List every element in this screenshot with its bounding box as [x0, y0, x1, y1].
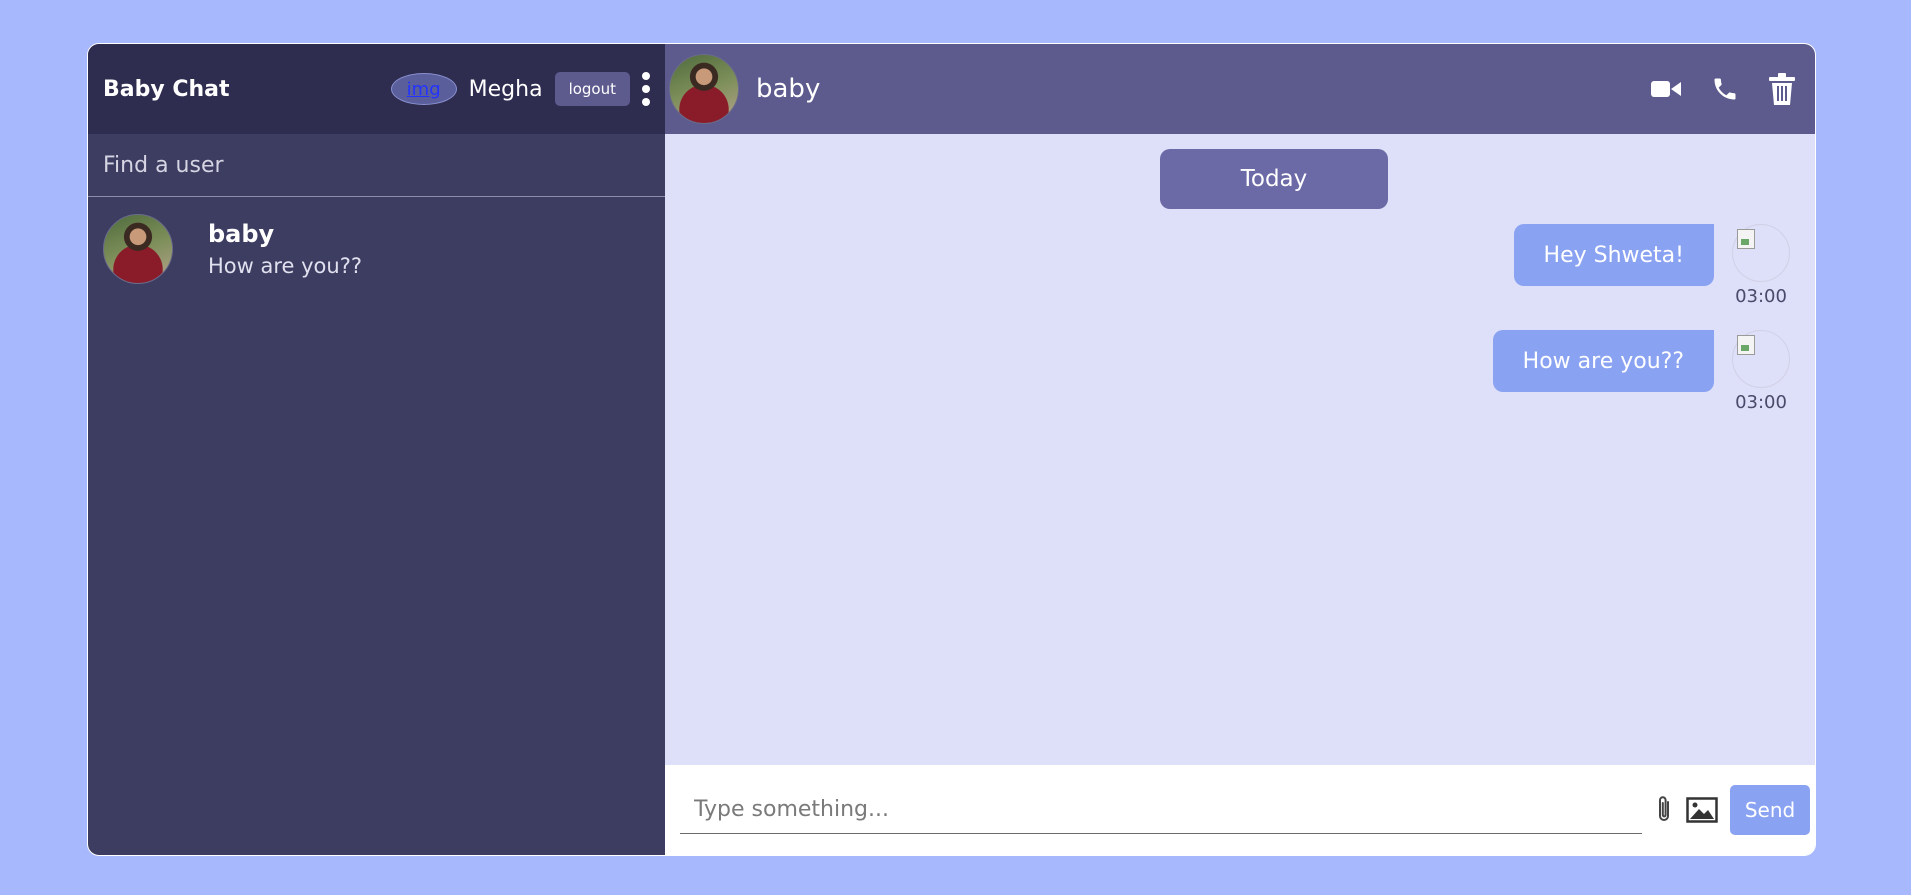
chat-header: baby: [665, 44, 1815, 134]
video-camera-icon[interactable]: [1651, 79, 1681, 99]
app-title: Baby Chat: [103, 76, 230, 102]
date-divider: Today: [1160, 149, 1388, 209]
message-list: Today Hey Shweta! 03:00 How are you?? 03…: [665, 134, 1815, 765]
message-bubble: How are you??: [1492, 330, 1714, 392]
message: Hey Shweta! 03:00: [1513, 224, 1790, 307]
message-meta: 03:00: [1732, 330, 1790, 413]
message-composer: Send: [665, 765, 1815, 855]
logout-button[interactable]: logout: [554, 72, 630, 106]
sender-avatar: [1732, 330, 1790, 388]
contact-name: baby: [208, 220, 275, 248]
peer-name: baby: [756, 74, 821, 104]
phone-icon[interactable]: [1711, 75, 1739, 103]
trash-icon[interactable]: [1769, 73, 1795, 105]
contact-avatar: [103, 214, 173, 284]
current-user-name: Megha: [468, 76, 543, 102]
message-meta: 03:00: [1732, 224, 1790, 307]
message: How are you?? 03:00: [1492, 330, 1790, 413]
kebab-menu-icon[interactable]: [642, 72, 650, 106]
last-message: How are you??: [208, 254, 363, 278]
chat-panel: baby Today Hey Shweta! 03:00 How are you…: [665, 44, 1815, 855]
search-input[interactable]: [103, 152, 650, 178]
paperclip-icon[interactable]: [1652, 794, 1676, 826]
user-search: [88, 134, 665, 197]
chat-preview: baby How are you??: [208, 220, 362, 278]
chat-app: Baby Chat img Megha logout baby How are …: [87, 43, 1816, 856]
current-user-avatar: img: [390, 73, 457, 105]
message-time: 03:00: [1735, 392, 1787, 413]
message-time: 03:00: [1735, 286, 1787, 307]
chat-list-item[interactable]: baby How are you??: [88, 197, 665, 301]
avatar-alt-text: img: [406, 78, 441, 100]
peer-avatar: [669, 54, 739, 124]
message-input[interactable]: [680, 786, 1642, 834]
send-button[interactable]: Send: [1730, 785, 1810, 835]
sidebar: Baby Chat img Megha logout baby How are …: [88, 44, 665, 855]
message-bubble: Hey Shweta!: [1513, 224, 1714, 286]
sidebar-header: Baby Chat img Megha logout: [88, 44, 665, 134]
sender-avatar: [1732, 224, 1790, 282]
image-icon[interactable]: [1686, 797, 1718, 823]
